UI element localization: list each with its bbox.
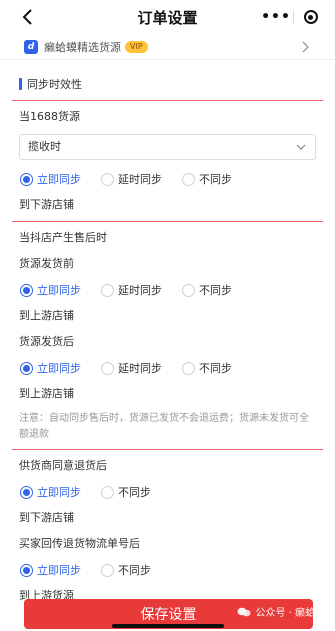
radio-delayed[interactable]: 延时同步: [101, 171, 182, 187]
save-label: 保存设置: [140, 607, 197, 623]
radio-group: 立即同步 延时同步 不同步: [0, 355, 335, 381]
section-title: 同步时效性: [27, 78, 82, 91]
radio-group: 立即同步 延时同步 不同步: [0, 277, 335, 303]
radio-none[interactable]: 不同步: [182, 171, 232, 187]
trigger-select[interactable]: 揽收时: [19, 134, 316, 160]
section-accent-bar: [19, 78, 22, 90]
sub-label: 货源发货前: [19, 257, 74, 270]
divider: [12, 100, 323, 101]
radio-group: 立即同步 不同步: [0, 557, 335, 583]
nav-bar: 订单设置 •••: [0, 0, 335, 34]
radio-none[interactable]: 不同步: [101, 562, 151, 578]
shop-logo-icon: d: [24, 39, 38, 54]
radio-immediate[interactable]: 立即同步: [20, 484, 101, 500]
chevron-down-icon: [296, 144, 306, 150]
watermark-text: 公众号 · 癞蛤蟆分: [255, 608, 335, 619]
divider: [12, 221, 323, 222]
chevron-right-icon: [302, 41, 309, 53]
divider: [12, 449, 323, 450]
radio-none[interactable]: 不同步: [101, 484, 151, 500]
shop-name: 癞蛤蟆精选货源: [44, 40, 121, 54]
sub-label: 买家回传退货物流单号后: [19, 537, 140, 550]
radio-immediate[interactable]: 立即同步: [20, 562, 101, 578]
merchant-row[interactable]: d 癞蛤蟆精选货源 VIP: [0, 34, 335, 60]
block-label: 供货商同意退货后: [19, 459, 107, 472]
home-indicator: [112, 624, 224, 628]
sync-target: 到下游店铺: [19, 198, 74, 211]
watermark: 公众号 · 癞蛤蟆分: [237, 604, 335, 619]
radio-delayed[interactable]: 延时同步: [101, 360, 182, 376]
block-label: 当1688货源: [19, 110, 80, 123]
radio-none[interactable]: 不同步: [182, 282, 232, 298]
radio-none[interactable]: 不同步: [182, 360, 232, 376]
block-label: 当抖店产生售后时: [19, 231, 107, 244]
radio-immediate[interactable]: 立即同步: [20, 360, 101, 376]
radio-group: 立即同步 延时同步 不同步: [0, 166, 335, 192]
select-value: 揽收时: [28, 140, 61, 153]
section-header: 同步时效性: [0, 68, 335, 100]
sync-target: 到上游店铺: [19, 387, 74, 400]
sync-target: 到上游店铺: [19, 309, 74, 322]
sub-label: 货源发货后: [19, 335, 74, 348]
radio-immediate[interactable]: 立即同步: [20, 171, 101, 187]
close-icon[interactable]: [294, 10, 327, 24]
radio-delayed[interactable]: 延时同步: [101, 282, 182, 298]
radio-group: 立即同步 不同步: [0, 479, 335, 505]
vip-badge: VIP: [125, 40, 148, 53]
notice-text: 注意：自动同步售后时，货源已发货不会退运费；货源未发货可全额退款: [19, 413, 309, 440]
radio-immediate[interactable]: 立即同步: [20, 282, 101, 298]
wechat-icon: [237, 607, 251, 616]
more-icon[interactable]: •••: [259, 4, 293, 30]
mini-program-capsule: •••: [259, 4, 327, 30]
sync-target: 到下游店铺: [19, 511, 74, 524]
